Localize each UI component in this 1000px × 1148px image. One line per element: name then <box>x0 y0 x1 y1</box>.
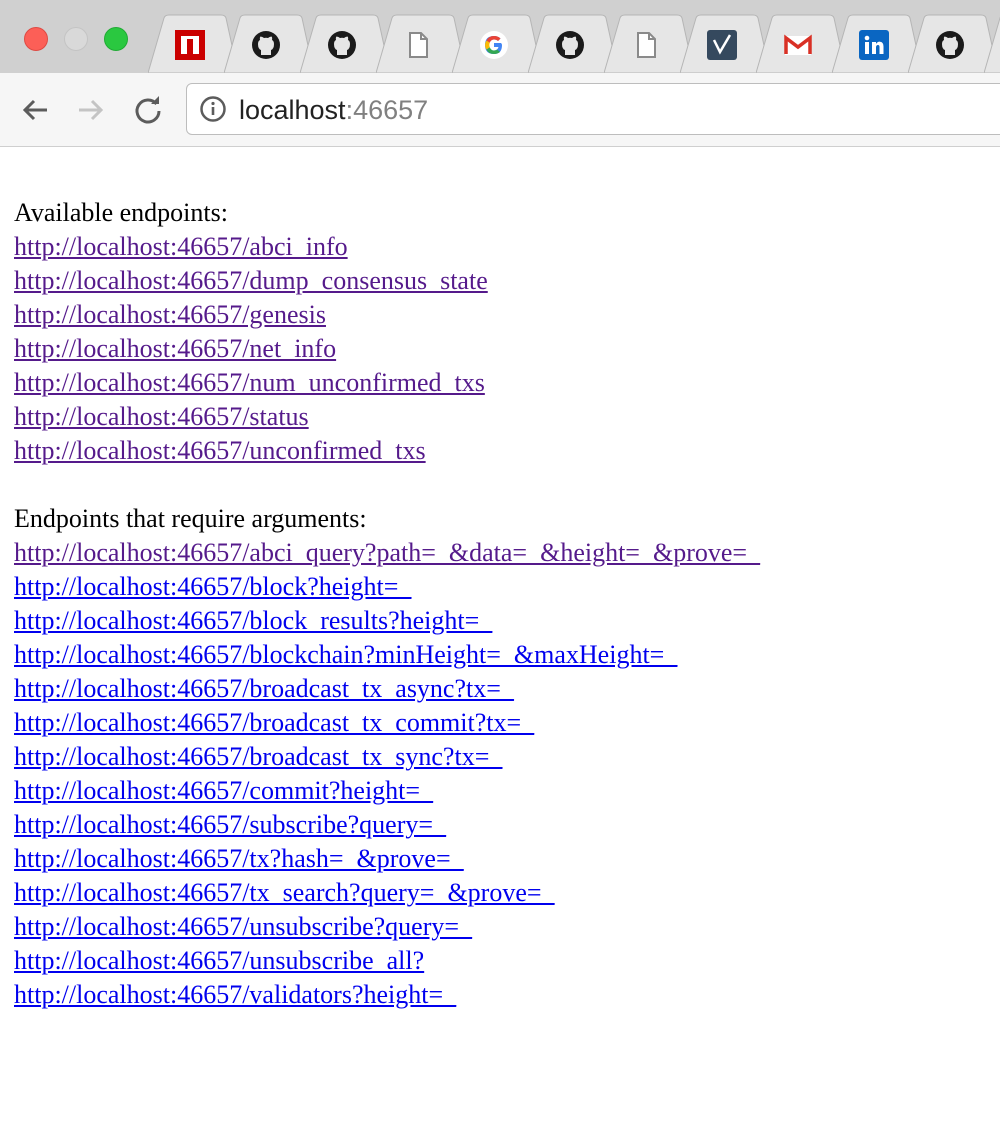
tab-strip <box>0 0 1000 73</box>
browser-toolbar: localhost:46657 <box>0 73 1000 147</box>
endpoint-link[interactable]: http://localhost:46657/validators?height… <box>14 978 760 1012</box>
google-icon <box>479 30 509 60</box>
endpoint-link[interactable]: http://localhost:46657/tx_search?query=_… <box>14 876 760 910</box>
npm-icon <box>175 30 205 60</box>
back-arrow-icon <box>22 99 47 121</box>
endpoint-link[interactable]: http://localhost:46657/broadcast_tx_sync… <box>14 740 760 774</box>
endpoint-link[interactable]: http://localhost:46657/unsubscribe_all? <box>14 944 760 978</box>
url-host: localhost <box>239 95 346 125</box>
available-endpoints-heading: Available endpoints: <box>14 198 228 227</box>
github-icon <box>935 30 965 60</box>
info-icon[interactable] <box>199 95 227 123</box>
blank-page-icon <box>403 30 433 60</box>
forward-button[interactable] <box>74 93 108 127</box>
endpoint-link[interactable]: http://localhost:46657/abci_info <box>14 230 760 264</box>
endpoint-link[interactable]: http://localhost:46657/subscribe?query=_ <box>14 808 760 842</box>
address-bar[interactable]: localhost:46657 <box>186 83 1000 135</box>
back-button[interactable] <box>18 93 52 127</box>
github-icon <box>327 30 357 60</box>
endpoint-link[interactable]: http://localhost:46657/unsubscribe?query… <box>14 910 760 944</box>
endpoint-link[interactable]: http://localhost:46657/broadcast_tx_comm… <box>14 706 760 740</box>
args-endpoints-heading: Endpoints that require arguments: <box>14 504 367 533</box>
endpoint-link[interactable]: http://localhost:46657/abci_query?path=_… <box>14 536 760 570</box>
github-icon <box>555 30 585 60</box>
blank-page-icon <box>631 30 661 60</box>
endpoint-link[interactable]: http://localhost:46657/genesis <box>14 298 760 332</box>
endpoint-link[interactable]: http://localhost:46657/status <box>14 400 760 434</box>
endpoint-link[interactable]: http://localhost:46657/net_info <box>14 332 760 366</box>
linkedin-icon <box>859 30 889 60</box>
args-endpoints-list: http://localhost:46657/abci_query?path=_… <box>14 536 760 1012</box>
endpoint-link[interactable]: http://localhost:46657/dump_consensus_st… <box>14 264 760 298</box>
endpoint-link[interactable]: http://localhost:46657/tx?hash=_&prove=_ <box>14 842 760 876</box>
page-content: Available endpoints: http://localhost:46… <box>14 196 760 1012</box>
github-icon <box>251 30 281 60</box>
endpoint-link[interactable]: http://localhost:46657/num_unconfirmed_t… <box>14 366 760 400</box>
endpoint-link[interactable]: http://localhost:46657/commit?height=_ <box>14 774 760 808</box>
endpoint-link[interactable]: http://localhost:46657/blockchain?minHei… <box>14 638 760 672</box>
available-endpoints-list: http://localhost:46657/abci_info http://… <box>14 230 760 468</box>
url-port: :46657 <box>345 95 429 125</box>
reload-icon <box>135 96 161 124</box>
address-url[interactable]: localhost:46657 <box>239 94 428 126</box>
endpoint-link[interactable]: http://localhost:46657/block?height=_ <box>14 570 760 604</box>
window-minimize-button[interactable] <box>64 27 88 51</box>
reload-button[interactable] <box>131 93 165 127</box>
window-maximize-button[interactable] <box>104 27 128 51</box>
window-close-button[interactable] <box>24 27 48 51</box>
endpoint-link[interactable]: http://localhost:46657/broadcast_tx_asyn… <box>14 672 760 706</box>
gmail-icon <box>783 30 813 60</box>
endpoint-link[interactable]: http://localhost:46657/unconfirmed_txs <box>14 434 760 468</box>
forward-arrow-icon <box>79 99 104 121</box>
tab-partial[interactable] <box>984 14 1000 73</box>
vue-devtools-icon <box>707 30 737 60</box>
endpoint-link[interactable]: http://localhost:46657/block_results?hei… <box>14 604 760 638</box>
browser-tabs <box>148 14 1000 73</box>
